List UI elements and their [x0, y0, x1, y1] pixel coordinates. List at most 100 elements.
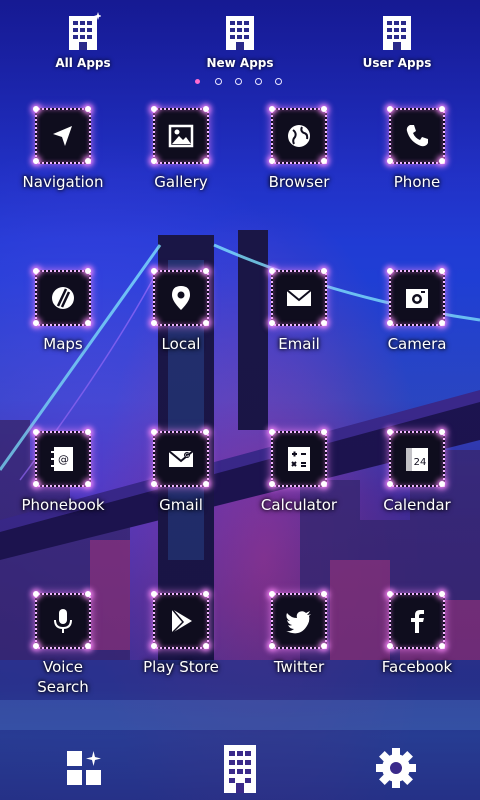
- sparkle-icon: [439, 481, 445, 487]
- sparkle-icon: [269, 158, 275, 164]
- app-phone[interactable]: Phone: [358, 106, 476, 192]
- sparkle-icon: [151, 429, 157, 435]
- app-label: Calculator: [260, 496, 338, 514]
- map-pin-icon: [172, 286, 190, 310]
- sparkle-icon: [439, 643, 445, 649]
- tab-label: User Apps: [362, 56, 432, 70]
- sparkle-icon: [203, 481, 209, 487]
- page-dot[interactable]: [255, 78, 262, 85]
- picture-icon: [168, 124, 194, 148]
- app-label: Local: [161, 335, 201, 353]
- building-icon: [379, 12, 415, 52]
- calendar-icon: 24: [406, 448, 428, 471]
- app-drawer-tabs: All Apps New Apps User Apps: [0, 0, 480, 80]
- app-tile: [387, 591, 445, 649]
- sparkle-icon: [387, 591, 393, 597]
- sparkle-icon: [151, 106, 157, 112]
- app-voice-search[interactable]: Voice Search: [4, 591, 122, 697]
- app-play-store[interactable]: Play Store: [122, 591, 240, 677]
- app-tile: [269, 429, 327, 487]
- page-dot[interactable]: [275, 78, 282, 85]
- app-navigation[interactable]: Navigation: [4, 106, 122, 192]
- app-tile: [269, 268, 327, 326]
- app-browser[interactable]: Browser: [240, 106, 358, 192]
- sparkle-icon: [387, 643, 393, 649]
- sparkle-icon: [33, 106, 39, 112]
- tab-label: All Apps: [55, 56, 111, 70]
- play-store-icon: [171, 608, 192, 634]
- app-label: Maps: [43, 335, 83, 353]
- app-gmail[interactable]: G Gmail: [122, 429, 240, 515]
- app-email[interactable]: Email: [240, 268, 358, 354]
- sparkle-icon: [85, 643, 91, 649]
- sparkle-icon: [269, 106, 275, 112]
- sparkle-icon: [321, 320, 327, 326]
- sparkle-icon: [269, 481, 275, 487]
- settings-button[interactable]: [366, 740, 426, 796]
- page-dot[interactable]: [235, 78, 242, 85]
- svg-text:@: @: [58, 453, 69, 466]
- sparkle-icon: [439, 106, 445, 112]
- app-label: Phone: [393, 173, 441, 191]
- app-tile: [33, 268, 91, 326]
- app-gallery[interactable]: Gallery: [122, 106, 240, 192]
- tab-new-apps[interactable]: New Apps: [180, 12, 300, 70]
- app-label: Twitter: [273, 658, 325, 676]
- sparkle-icon: [151, 591, 157, 597]
- sparkle-icon: [321, 643, 327, 649]
- sparkle-icon: [33, 591, 39, 597]
- sparkle-icon: [151, 481, 157, 487]
- globe-icon: [288, 125, 310, 147]
- app-label: Gallery: [154, 173, 208, 191]
- widgets-button[interactable]: [54, 740, 114, 796]
- sparkle-icon: [85, 481, 91, 487]
- tab-user-apps[interactable]: User Apps: [337, 12, 457, 70]
- app-tile: [33, 591, 91, 649]
- app-calendar[interactable]: 24 Calendar: [358, 429, 476, 515]
- sparkle-icon: [33, 158, 39, 164]
- sparkle-icon: [85, 106, 91, 112]
- sparkle-icon: [151, 158, 157, 164]
- app-label: Play Store: [143, 658, 219, 676]
- app-camera[interactable]: Camera: [358, 268, 476, 354]
- app-label: Phonebook: [21, 496, 105, 514]
- app-facebook[interactable]: Facebook: [358, 591, 476, 677]
- app-label: Email: [278, 335, 320, 353]
- app-label: Calendar: [383, 496, 451, 514]
- app-calculator[interactable]: Calculator: [240, 429, 358, 515]
- app-phonebook[interactable]: @ Phonebook: [4, 429, 122, 515]
- app-tile: [151, 268, 209, 326]
- sparkle-icon: [439, 591, 445, 597]
- page-dot-active[interactable]: [195, 79, 200, 84]
- page-dot[interactable]: [215, 78, 222, 85]
- sparkle-icon: [269, 429, 275, 435]
- sparkle-icon: [203, 643, 209, 649]
- sparkle-icon: [387, 481, 393, 487]
- address-book-icon: @: [51, 447, 73, 471]
- sparkle-icon: [151, 268, 157, 274]
- app-twitter[interactable]: Twitter: [240, 591, 358, 677]
- sparkle-icon: [203, 106, 209, 112]
- sparkle-icon: [387, 320, 393, 326]
- calculator-icon: [288, 447, 310, 471]
- sparkle-icon: [151, 320, 157, 326]
- sparkle-icon: [33, 268, 39, 274]
- gear-icon: [376, 748, 416, 788]
- home-button[interactable]: [210, 740, 270, 796]
- app-tile: [387, 106, 445, 164]
- app-label: Gmail: [159, 496, 203, 514]
- calendar-day: 24: [414, 457, 427, 468]
- sparkle-icon: [387, 158, 393, 164]
- sparkle-icon: [439, 429, 445, 435]
- app-tile: [269, 106, 327, 164]
- phone-icon: [406, 125, 428, 147]
- tab-all-apps[interactable]: All Apps: [23, 12, 143, 70]
- sparkle-icon: [85, 429, 91, 435]
- sparkle-icon: [387, 106, 393, 112]
- app-tile: @: [33, 429, 91, 487]
- sparkle-icon: [439, 158, 445, 164]
- app-maps[interactable]: Maps: [4, 268, 122, 354]
- camera-icon: [406, 289, 428, 308]
- building-icon: [224, 745, 256, 793]
- app-local[interactable]: Local: [122, 268, 240, 354]
